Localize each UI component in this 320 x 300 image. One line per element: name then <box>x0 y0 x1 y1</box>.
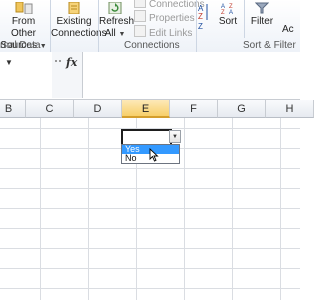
formula-input[interactable] <box>84 52 300 98</box>
chevron-down-icon: ▼ <box>172 134 178 140</box>
connections-group-label: Connections <box>124 40 180 51</box>
sort-button[interactable]: A Z Z A Sort <box>214 2 242 28</box>
sort-label: Sort <box>218 16 238 27</box>
properties-icon <box>134 10 146 22</box>
column-header-f[interactable]: F <box>170 100 218 118</box>
refresh-line2: All <box>104 28 116 39</box>
svg-text:A: A <box>229 10 233 14</box>
divider <box>196 0 197 52</box>
grip-icon[interactable] <box>55 60 61 64</box>
refresh-line1: Refresh <box>99 16 135 27</box>
funnel-icon <box>255 2 269 14</box>
existing-line1: Existing <box>56 16 92 27</box>
sort-az-button[interactable]: A Z Z <box>198 2 210 34</box>
sort-icon: A Z Z A <box>221 4 233 14</box>
edit-links-item[interactable]: Edit Links <box>134 25 193 39</box>
svg-text:Z: Z <box>221 10 225 14</box>
column-header-e[interactable]: E <box>122 100 170 118</box>
edit-links-icon <box>134 25 146 37</box>
connections-item[interactable]: Connections <box>134 0 205 10</box>
existing-connections-button[interactable]: Existing Connections <box>51 2 107 40</box>
formula-tools: fx <box>52 52 83 98</box>
properties-item[interactable]: Properties <box>134 10 195 24</box>
svg-text:Z: Z <box>198 22 203 30</box>
from-other-line1: From Other <box>10 16 36 39</box>
connections-small-icon <box>134 0 146 8</box>
column-header-c[interactable]: C <box>26 100 74 118</box>
ribbon: From Other Sources ▼ rnal Data Existing … <box>0 0 300 53</box>
chevron-down-icon: ▼ <box>118 31 126 38</box>
filter-label: Filter <box>250 16 274 27</box>
connections-icon <box>68 2 80 14</box>
filter-button[interactable]: Filter <box>248 2 276 28</box>
divider <box>244 0 245 38</box>
refresh-icon <box>108 2 122 14</box>
refresh-all-button[interactable]: Refresh All ▼ <box>99 2 135 41</box>
column-header-h[interactable]: H <box>266 100 314 118</box>
mouse-cursor-icon <box>149 148 159 162</box>
column-header-g[interactable]: G <box>218 100 266 118</box>
name-box[interactable]: ▼ <box>0 55 53 72</box>
get-external-data-group-label: rnal Data <box>0 40 41 51</box>
properties-item-label: Properties <box>149 13 195 24</box>
sort-filter-group-label: Sort & Filter <box>243 40 296 51</box>
insert-function-icon[interactable]: fx <box>66 56 77 69</box>
formula-bar: ▼ fx <box>0 52 300 100</box>
sort-az-icon: A Z Z <box>198 4 208 31</box>
column-header-d[interactable]: D <box>74 100 122 118</box>
advanced-filter-button[interactable]: Ac <box>282 24 300 36</box>
edit-links-item-label: Edit Links <box>149 28 193 39</box>
column-header-b[interactable]: B <box>0 100 26 118</box>
dropdown-arrow-button[interactable]: ▼ <box>169 130 181 143</box>
advanced-label-partial: Ac <box>282 24 294 35</box>
chevron-down-icon[interactable]: ▼ <box>5 58 13 67</box>
svg-text:Z: Z <box>198 12 203 21</box>
database-icon <box>15 2 32 14</box>
